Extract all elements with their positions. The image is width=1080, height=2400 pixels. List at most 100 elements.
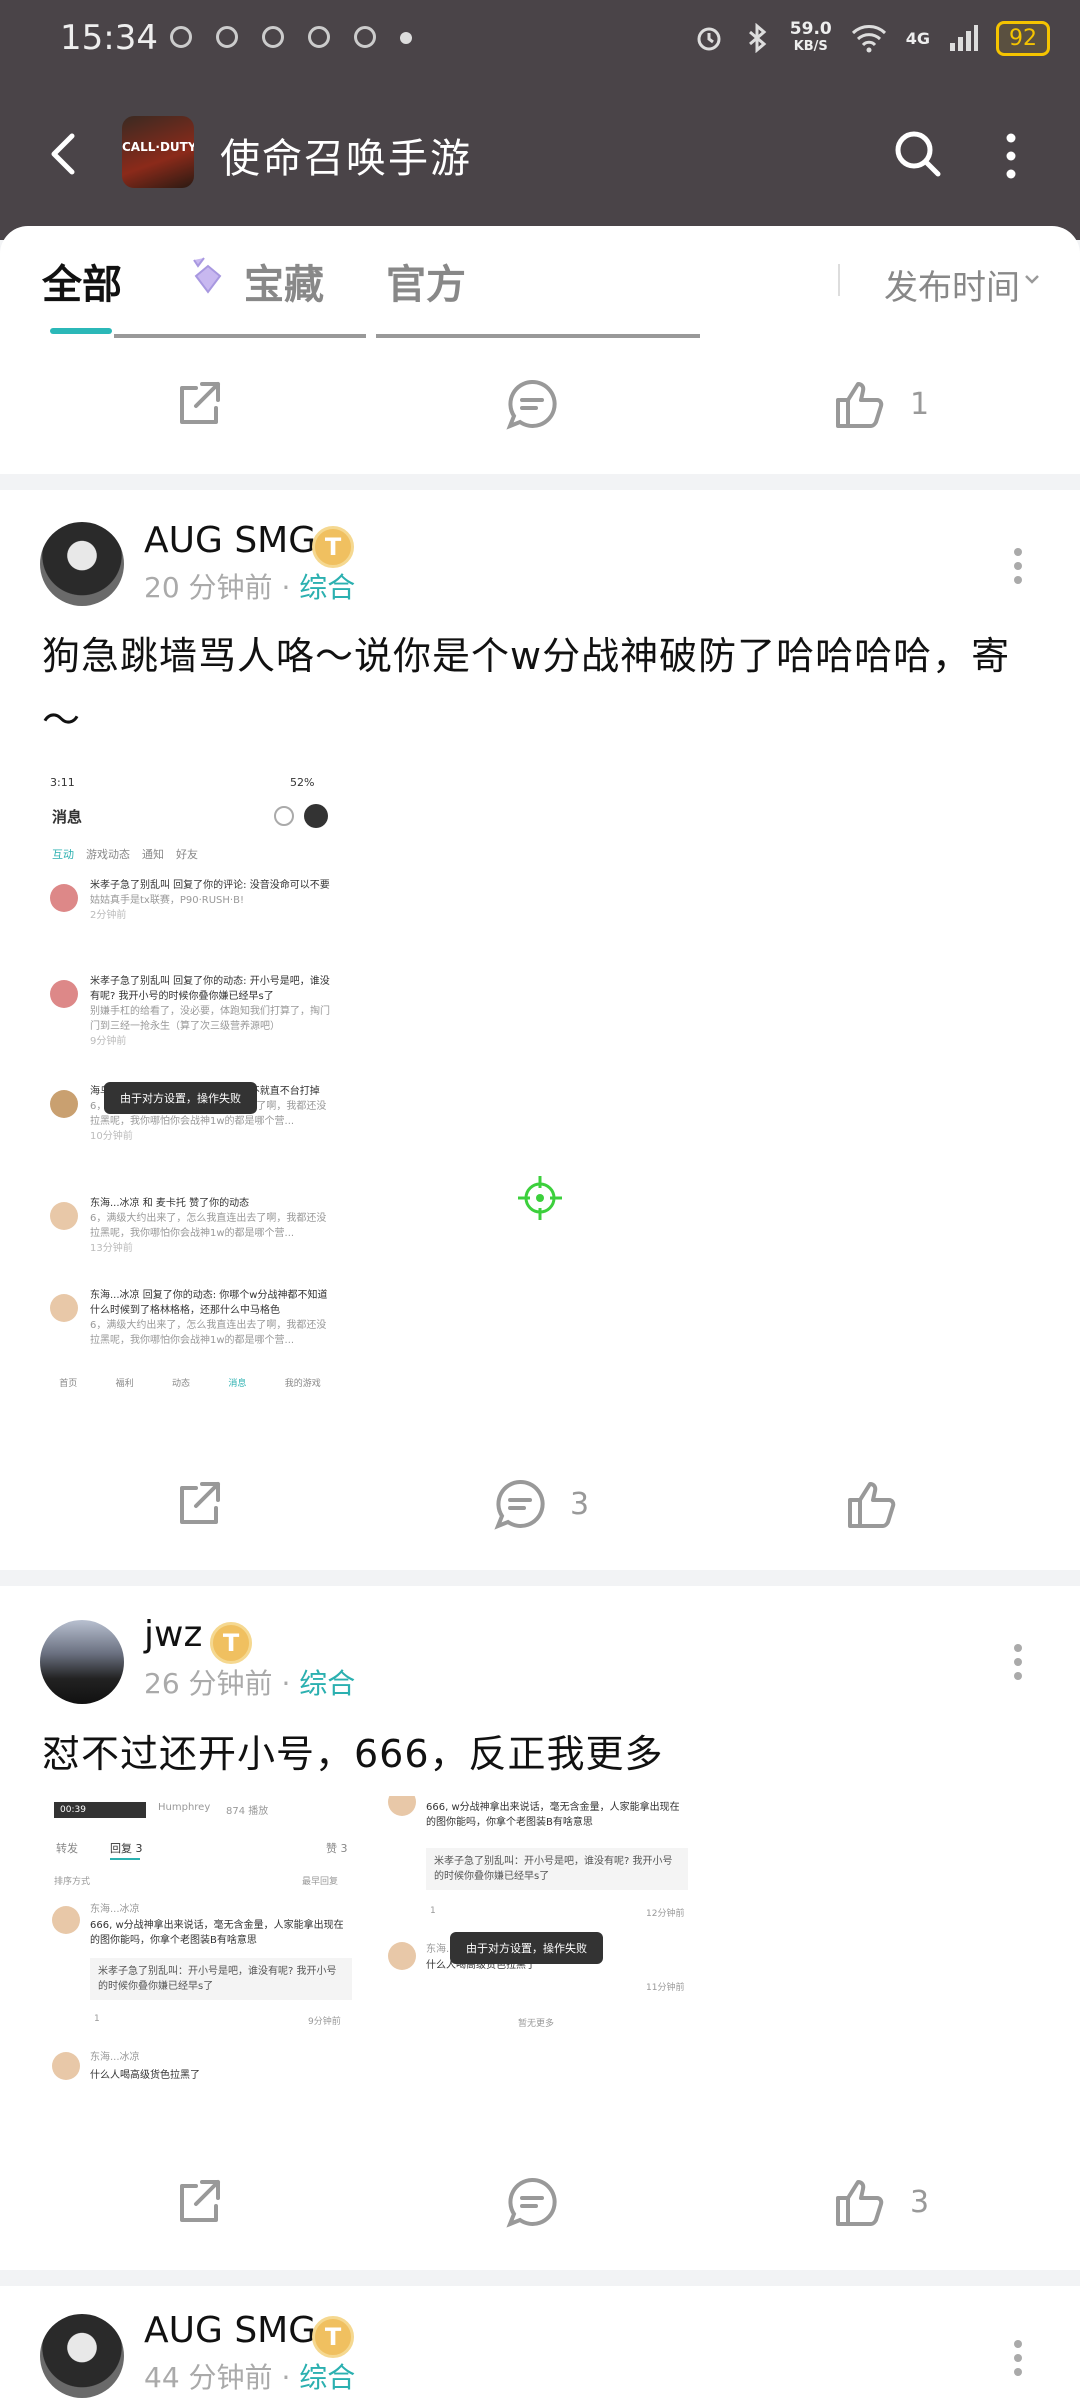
comment-button[interactable]: 3 — [492, 1474, 589, 1534]
game-logo[interactable]: CALL·DUTY — [122, 116, 194, 188]
level-badge: T — [312, 2316, 354, 2358]
quoted-reply: 米孝子急了别乱叫：开小号是吧，谁没有呢? 我开小号的时候你叠你嫌已经早s了 — [426, 1848, 688, 1890]
comment-count: 3 — [570, 1486, 590, 1522]
shot-row: 东海...冰凉 和 麦卡托 赞了你的动态 6，满级大约出来了，怎么我直连出去了啊，… — [90, 1198, 327, 1254]
tab-all[interactable]: 全部 — [42, 252, 122, 310]
author-name[interactable]: AUG SMG — [144, 520, 316, 561]
notification-icon — [170, 26, 192, 48]
post-card[interactable]: jwz T 26 分钟前 · 综合 怼不过还开小号，666，反正我更多 00:3… — [0, 1586, 1080, 2270]
settings-icon — [274, 806, 294, 826]
card-gap — [0, 1570, 1080, 1586]
avatar[interactable] — [40, 522, 124, 606]
comment-button[interactable] — [504, 374, 560, 434]
search-icon[interactable] — [888, 124, 948, 184]
post-more-icon[interactable] — [1012, 2336, 1024, 2376]
status-bar: 15:34 59.0 KB/S 4G 92 — [0, 0, 1080, 80]
video-views: 874 播放 — [226, 1806, 269, 1817]
level-badge: T — [312, 526, 354, 568]
avatar — [50, 1202, 78, 1230]
wifi-icon — [851, 25, 886, 53]
back-arrow-icon[interactable] — [38, 126, 88, 182]
network-speed: 59.0 KB/S — [789, 19, 832, 54]
post-card[interactable]: AUG SMG T 44 分钟前 · 综合 — [0, 2286, 1080, 2400]
share-button[interactable] — [172, 374, 228, 434]
post-card-previous: 1 — [0, 338, 1080, 474]
like-button[interactable] — [844, 1474, 900, 1534]
like-count: 3 — [910, 2184, 930, 2220]
post-more-icon[interactable] — [1012, 1640, 1024, 1680]
more-notifications-dot — [400, 32, 412, 44]
post-text[interactable]: 狗急跳墙骂人咯～说你是个w分战神破防了哈哈哈哈，寄～ — [42, 624, 1042, 752]
comment-time: 11分钟前 — [646, 1983, 685, 1993]
tab-treasure[interactable]: 宝藏 — [244, 252, 324, 310]
post-image[interactable]: 3:11 52% 消息 互动 游戏动态 通知 好友 米孝子急了别乱叫 回复了你的评论: … — [40, 770, 340, 1410]
sort-label: 排序方式 — [54, 1877, 91, 1887]
video-user: Humphrey — [158, 1802, 211, 1813]
avatar — [388, 1942, 416, 1970]
tab-official[interactable]: 官方 — [386, 252, 466, 310]
post-time: 26 分钟前 — [144, 1667, 273, 1700]
thumbs-up-icon — [848, 1482, 896, 1528]
category-tag: 综合 — [299, 571, 356, 604]
post-card[interactable]: AUG SMG T 20 分钟前 · 综合 狗急跳墙骂人咯～说你是个w分战神破防… — [0, 490, 1080, 1570]
app-header: CALL·DUTY 使命召唤手游 — [0, 110, 1080, 200]
tab-likes: 赞 3 — [326, 1842, 348, 1855]
page-title: 使命召唤手游 — [220, 136, 472, 182]
share-icon — [180, 382, 220, 424]
signal-icon — [950, 25, 978, 51]
comment-time: 12分钟前 — [646, 1909, 685, 1919]
crosshair-icon[interactable] — [516, 1174, 564, 1222]
reply-count: 1 — [94, 2014, 100, 2024]
comment-author: 东海...冰凉 — [90, 2052, 140, 2063]
author-name[interactable]: AUG SMG — [144, 2310, 316, 2351]
like-button[interactable]: 1 — [832, 374, 929, 434]
share-icon — [180, 1482, 220, 1524]
chevron-down-icon[interactable] — [1024, 274, 1040, 284]
shot-row: 米孝子急了别乱叫 回复了你的评论: 没音没命可以不要 姑姑真手是tx联赛，P90·… — [90, 880, 330, 921]
post-time: 20 分钟前 — [144, 571, 273, 604]
post-image[interactable]: 00:39 Humphrey 874 播放 转发 回复 3 赞 3 排序方式 最… — [40, 1796, 360, 2126]
like-button[interactable]: 3 — [832, 2172, 929, 2232]
comment-author: 东海...冰凉 — [90, 1904, 140, 1915]
action-row: 1 — [0, 364, 1080, 444]
level-badge: T — [210, 1622, 252, 1664]
avatar — [50, 1294, 78, 1322]
more-options-icon[interactable] — [996, 128, 1026, 184]
alarm-icon — [697, 27, 721, 51]
share-button[interactable] — [172, 2172, 228, 2232]
reply-count: 1 — [430, 1906, 436, 1916]
shot-nav: 首页 福利 动态 消息 我的游戏 — [59, 1379, 321, 1389]
post-text[interactable]: 怼不过还开小号，666，反正我更多 — [42, 1722, 1042, 1786]
shot-status: 3:11 52% — [50, 776, 315, 789]
comment-button[interactable] — [504, 2172, 560, 2232]
avatar — [50, 980, 78, 1008]
notification-icon — [354, 26, 376, 48]
share-button[interactable] — [172, 1474, 228, 1534]
comment-text: 什么人喝高级货色拉黑了 — [90, 2070, 200, 2081]
notification-icons — [170, 26, 412, 48]
post-time: 44 分钟前 — [144, 2361, 273, 2394]
avatar[interactable] — [40, 1620, 124, 1704]
comment-icon — [494, 1479, 545, 1530]
sort-dropdown[interactable]: 发布时间 — [884, 260, 1020, 309]
post-meta: 20 分钟前 · 综合 — [144, 571, 356, 604]
comment-text: 666, w分战神拿出来说话，毫无含金量，人家能拿出现在的图你能吗，你拿个老图装… — [90, 1920, 344, 1946]
avatar[interactable] — [40, 2314, 124, 2398]
post-meta: 44 分钟前 · 综合 — [144, 2361, 356, 2394]
toast-message: 由于对方设置，操作失败 — [450, 1932, 603, 1964]
like-count: 1 — [910, 386, 930, 422]
action-row: 3 — [0, 2162, 1080, 2242]
sort-value: 最早回复 — [302, 1877, 339, 1887]
author-name[interactable]: jwz — [144, 1614, 202, 1655]
toast-message: 由于对方设置，操作失败 — [104, 1082, 257, 1114]
action-row: 3 — [0, 1464, 1080, 1544]
post-image[interactable]: 666, w分战神拿出来说话，毫无含金量，人家能拿出现在的图你能吗，你拿个老图装… — [376, 1796, 696, 2126]
share-icon — [180, 2180, 220, 2222]
post-more-icon[interactable] — [1012, 544, 1024, 584]
card-gap — [0, 2270, 1080, 2286]
status-right: 59.0 KB/S 4G 92 — [694, 20, 1050, 56]
top-bar: 15:34 59.0 KB/S 4G 92 CALL·DUTY 使命召唤手游 — [0, 0, 1080, 240]
notification-icon — [308, 26, 330, 48]
comment-icon — [506, 2177, 557, 2228]
comment-text: 666, w分战神拿出来说话，毫无含金量，人家能拿出现在的图你能吗，你拿个老图装… — [426, 1802, 680, 1828]
